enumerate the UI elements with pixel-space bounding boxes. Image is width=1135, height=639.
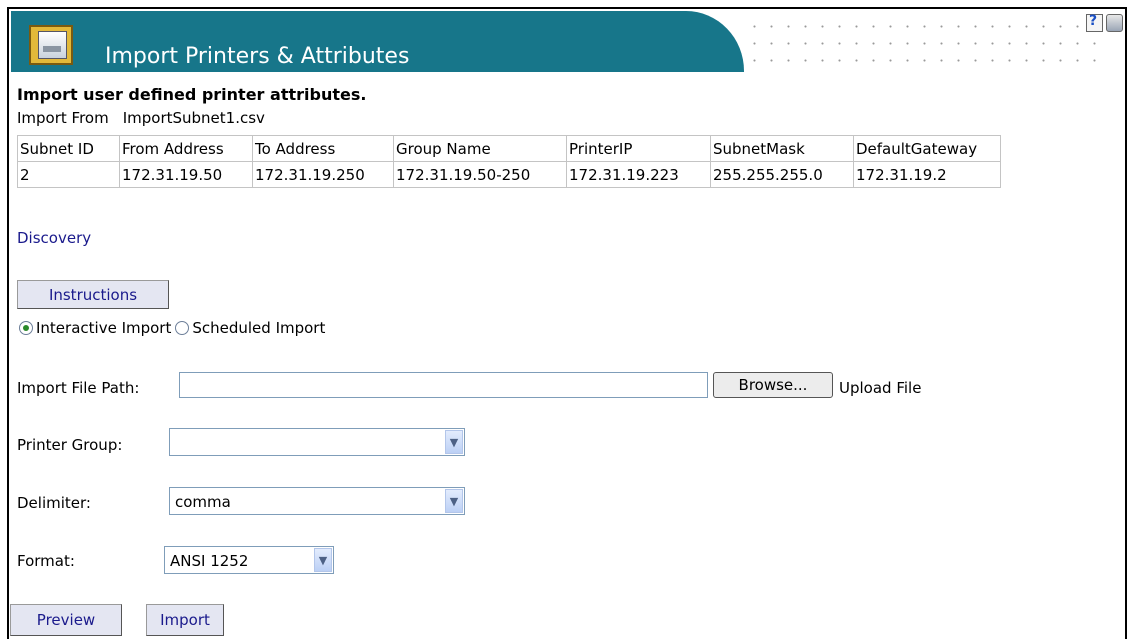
preview-button[interactable]: Preview: [10, 604, 122, 636]
table-cell: 2: [17, 161, 120, 188]
column-header: From Address: [119, 135, 253, 162]
format-select[interactable]: ANSI 1252 ▼: [164, 546, 334, 574]
browse-button[interactable]: Browse...: [713, 372, 833, 398]
interactive-import-radio[interactable]: [19, 321, 33, 335]
import-button[interactable]: Import: [146, 604, 224, 636]
import-from: Import From ImportSubnet1.csv: [17, 109, 265, 127]
delimiter-label: Delimiter:: [17, 494, 91, 512]
header-banner: Import Printers & Attributes: [11, 11, 744, 72]
help-icon[interactable]: ?: [1086, 13, 1103, 32]
format-label: Format:: [17, 552, 75, 570]
scheduled-import-label[interactable]: Scheduled Import: [192, 319, 325, 337]
table-cell: 172.31.19.223: [566, 161, 711, 188]
instructions-button[interactable]: Instructions: [17, 280, 169, 309]
printer-group-select[interactable]: ▼: [169, 428, 465, 456]
import-mode-group: Interactive Import Scheduled Import: [19, 319, 325, 337]
column-header: To Address: [252, 135, 394, 162]
interactive-import-label[interactable]: Interactive Import: [36, 319, 171, 337]
table-row: 2 172.31.19.50 172.31.19.250 172.31.19.5…: [17, 161, 1001, 188]
file-path-label: Import File Path:: [17, 379, 140, 397]
printer-folder-icon: [29, 25, 73, 65]
upload-file-label[interactable]: Upload File: [839, 379, 921, 397]
chevron-down-icon[interactable]: ▼: [445, 430, 463, 454]
printer-icon[interactable]: [1106, 14, 1123, 32]
toolbar-icons: ?: [1086, 13, 1123, 32]
chevron-down-icon[interactable]: ▼: [445, 489, 463, 513]
column-header: PrinterIP: [566, 135, 711, 162]
delimiter-select[interactable]: comma ▼: [169, 487, 465, 515]
discovery-link[interactable]: Discovery: [17, 229, 91, 247]
file-path-input[interactable]: [179, 372, 708, 398]
column-header: SubnetMask: [710, 135, 854, 162]
column-header: Subnet ID: [17, 135, 120, 162]
table-cell: 172.31.19.250: [252, 161, 394, 188]
table-cell: 255.255.255.0: [710, 161, 854, 188]
chevron-down-icon[interactable]: ▼: [314, 548, 332, 572]
page-subtitle: Import user defined printer attributes.: [17, 85, 367, 104]
column-header: Group Name: [393, 135, 567, 162]
column-header: DefaultGateway: [853, 135, 1001, 162]
page-title: Import Printers & Attributes: [105, 44, 410, 69]
scheduled-import-radio[interactable]: [175, 321, 190, 335]
delimiter-value: comma: [175, 493, 231, 511]
format-value: ANSI 1252: [170, 552, 249, 570]
import-file-name: ImportSubnet1.csv: [122, 109, 265, 127]
dotted-background: [744, 16, 1106, 72]
table-header-row: Subnet ID From Address To Address Group …: [17, 135, 1001, 162]
import-from-label: Import From: [17, 109, 109, 127]
table-cell: 172.31.19.50-250: [393, 161, 567, 188]
printer-group-label: Printer Group:: [17, 436, 123, 454]
table-cell: 172.31.19.2: [853, 161, 1001, 188]
import-preview-table: Subnet ID From Address To Address Group …: [17, 135, 1001, 188]
table-cell: 172.31.19.50: [119, 161, 253, 188]
